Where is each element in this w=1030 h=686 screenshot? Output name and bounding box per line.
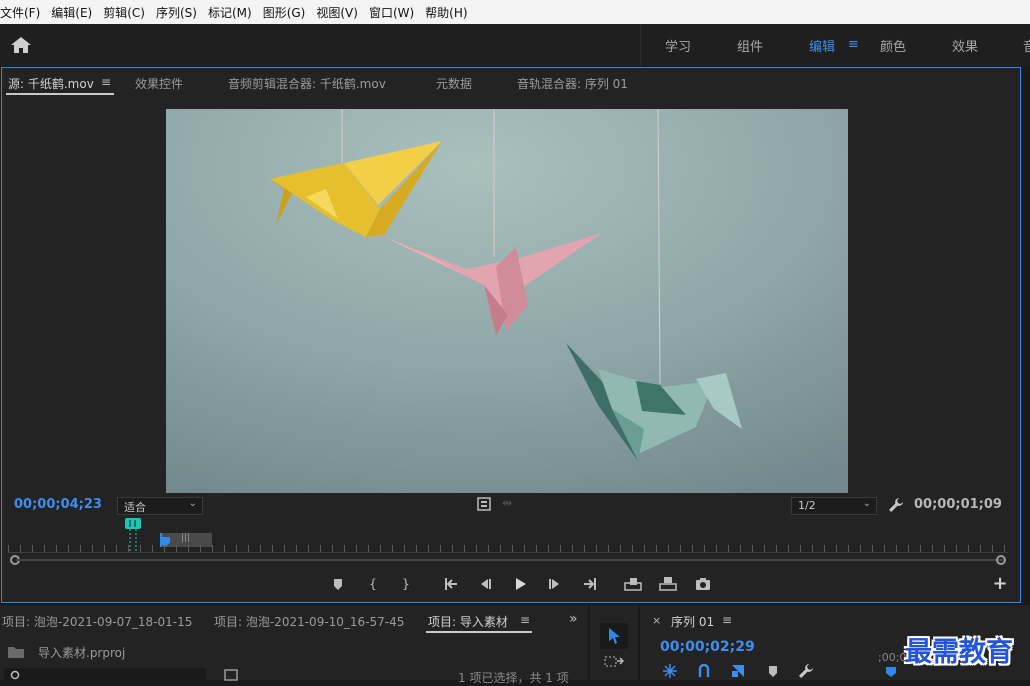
more-panels-icon[interactable]: » <box>569 611 578 627</box>
menu-sequence[interactable]: 序列(S) <box>156 4 204 21</box>
drag-video-icon[interactable]: ⇹ <box>502 496 512 510</box>
workspace-assembly[interactable]: 组件 <box>737 36 763 55</box>
bottom-panels: 项目: 泡泡-2021-09-07_18-01-15 项目: 泡泡-2021-0… <box>0 605 1030 685</box>
selection-tool-button[interactable] <box>600 623 628 649</box>
tab-source[interactable]: 源: 千纸鹤.mov <box>8 75 94 92</box>
safe-margins-icon[interactable] <box>477 497 491 511</box>
source-panel-tabs: 源: 千纸鹤.mov ≡ 效果控件 音频剪辑混合器: 千纸鹤.mov 元数据 音… <box>2 68 1020 96</box>
menu-file[interactable]: 文件(F) <box>0 4 47 21</box>
watermark-logo: 最需教育 <box>905 637 1013 668</box>
mark-in-icon[interactable]: { <box>362 573 384 595</box>
zoom-select[interactable]: 适合 ⌄ <box>117 497 203 515</box>
bin-search-icon[interactable] <box>224 669 238 681</box>
sequence-timecode[interactable]: 00;00;02;29 <box>660 639 755 655</box>
step-forward-icon[interactable] <box>544 573 566 595</box>
workspace-color[interactable]: 颜色 <box>880 36 906 55</box>
tab-metadata[interactable]: 元数据 <box>436 75 472 92</box>
folder-icon <box>8 647 24 658</box>
marker-icon[interactable] <box>327 573 349 595</box>
wrench-settings-icon[interactable] <box>798 663 814 679</box>
menu-window[interactable]: 窗口(W) <box>369 4 421 21</box>
workspace-menu-icon[interactable]: ≡ <box>848 37 859 52</box>
menu-view[interactable]: 视图(V) <box>316 4 365 21</box>
panel-menu-icon[interactable]: ≡ <box>520 613 530 627</box>
home-icon[interactable] <box>10 36 32 54</box>
play-icon[interactable] <box>509 573 531 595</box>
workspace-editing[interactable]: 编辑 <box>809 36 835 55</box>
export-frame-icon[interactable] <box>692 573 714 595</box>
zoom-select-value: 适合 <box>124 501 146 514</box>
add-marker-icon[interactable] <box>730 663 746 679</box>
linked-selection-icon[interactable] <box>696 663 712 679</box>
tab-project-1[interactable]: 项目: 泡泡-2021-09-07_18-01-15 <box>2 613 192 630</box>
sequence-playhead[interactable] <box>886 667 896 677</box>
menu-graphics[interactable]: 图形(G) <box>263 4 313 21</box>
menu-clip[interactable]: 剪辑(C) <box>103 4 152 21</box>
snap-icon[interactable] <box>662 663 678 679</box>
project-panel: 项目: 泡泡-2021-09-07_18-01-15 项目: 泡泡-2021-0… <box>0 605 588 685</box>
transport-controls: { } + <box>2 573 1020 595</box>
tab-project-import[interactable]: 项目: 导入素材 <box>428 613 508 630</box>
project-file-name: 导入素材.prproj <box>38 646 126 660</box>
workspace-audio[interactable]: 音 <box>1023 36 1030 55</box>
marker-icon[interactable] <box>766 663 780 679</box>
sequence-title[interactable]: 序列 01 <box>671 613 714 630</box>
mark-out-icon[interactable]: } <box>395 573 417 595</box>
tab-effect-controls[interactable]: 效果控件 <box>135 75 183 92</box>
workspace-learn[interactable]: 学习 <box>665 36 691 55</box>
chevron-down-icon: ⌄ <box>862 498 871 509</box>
time-ruler[interactable] <box>8 545 1008 553</box>
source-timeline[interactable]: ||| <box>8 518 1008 565</box>
range-grip-icon[interactable]: ||| <box>181 533 190 543</box>
add-button-icon[interactable]: + <box>989 573 1011 595</box>
wrench-settings-icon[interactable] <box>888 497 904 513</box>
selection-arrow-icon <box>609 628 620 644</box>
active-tab-indicator <box>426 631 532 633</box>
workspace-bar <box>0 24 1030 66</box>
go-to-in-icon[interactable] <box>440 573 462 595</box>
scroll-handle-right[interactable] <box>996 555 1006 565</box>
source-monitor-panel: 源: 千纸鹤.mov ≡ 效果控件 音频剪辑混合器: 千纸鹤.mov 元数据 音… <box>1 67 1021 603</box>
menu-edit[interactable]: 编辑(E) <box>51 4 99 21</box>
go-to-out-icon[interactable] <box>579 573 601 595</box>
chevron-down-icon: ⌄ <box>188 498 197 509</box>
track-select-tool-icon[interactable] <box>604 655 624 669</box>
panel-menu-icon[interactable]: ≡ <box>722 613 732 627</box>
source-duration-timecode[interactable]: 00;00;01;09 <box>914 497 1002 512</box>
tab-audio-track-mixer[interactable]: 音轨混合器: 序列 01 <box>517 75 628 92</box>
menu-bar: 文件(F) 编辑(E) 剪辑(C) 序列(S) 标记(M) 图形(G) 视图(V… <box>0 0 1030 24</box>
workspace-divider <box>640 24 641 66</box>
resolution-select-value: 1/2 <box>798 499 816 512</box>
video-preview[interactable] <box>166 109 848 493</box>
panel-menu-icon[interactable]: ≡ <box>101 75 111 89</box>
tab-project-2[interactable]: 项目: 泡泡-2021-09-10_16-57-45 <box>214 613 404 630</box>
tools-panel <box>590 605 638 680</box>
selection-status: 1 项已选择，共 1 项 <box>458 671 569 685</box>
zoom-scrollbar[interactable] <box>16 559 1004 561</box>
menu-help[interactable]: 帮助(H) <box>425 4 474 21</box>
tab-audio-clip-mixer[interactable]: 音频剪辑混合器: 千纸鹤.mov <box>228 75 386 92</box>
menu-markers[interactable]: 标记(M) <box>208 4 259 21</box>
close-icon[interactable]: × <box>652 614 661 627</box>
resolution-select[interactable]: 1/2 ⌄ <box>791 497 877 515</box>
active-tab-indicator <box>6 93 114 95</box>
step-back-icon[interactable] <box>474 573 496 595</box>
search-icon <box>10 670 20 680</box>
overwrite-icon[interactable] <box>657 573 679 595</box>
insert-icon[interactable] <box>622 573 644 595</box>
source-current-timecode[interactable]: 00;00;04;23 <box>14 497 102 512</box>
workspace-effects[interactable]: 效果 <box>952 36 978 55</box>
